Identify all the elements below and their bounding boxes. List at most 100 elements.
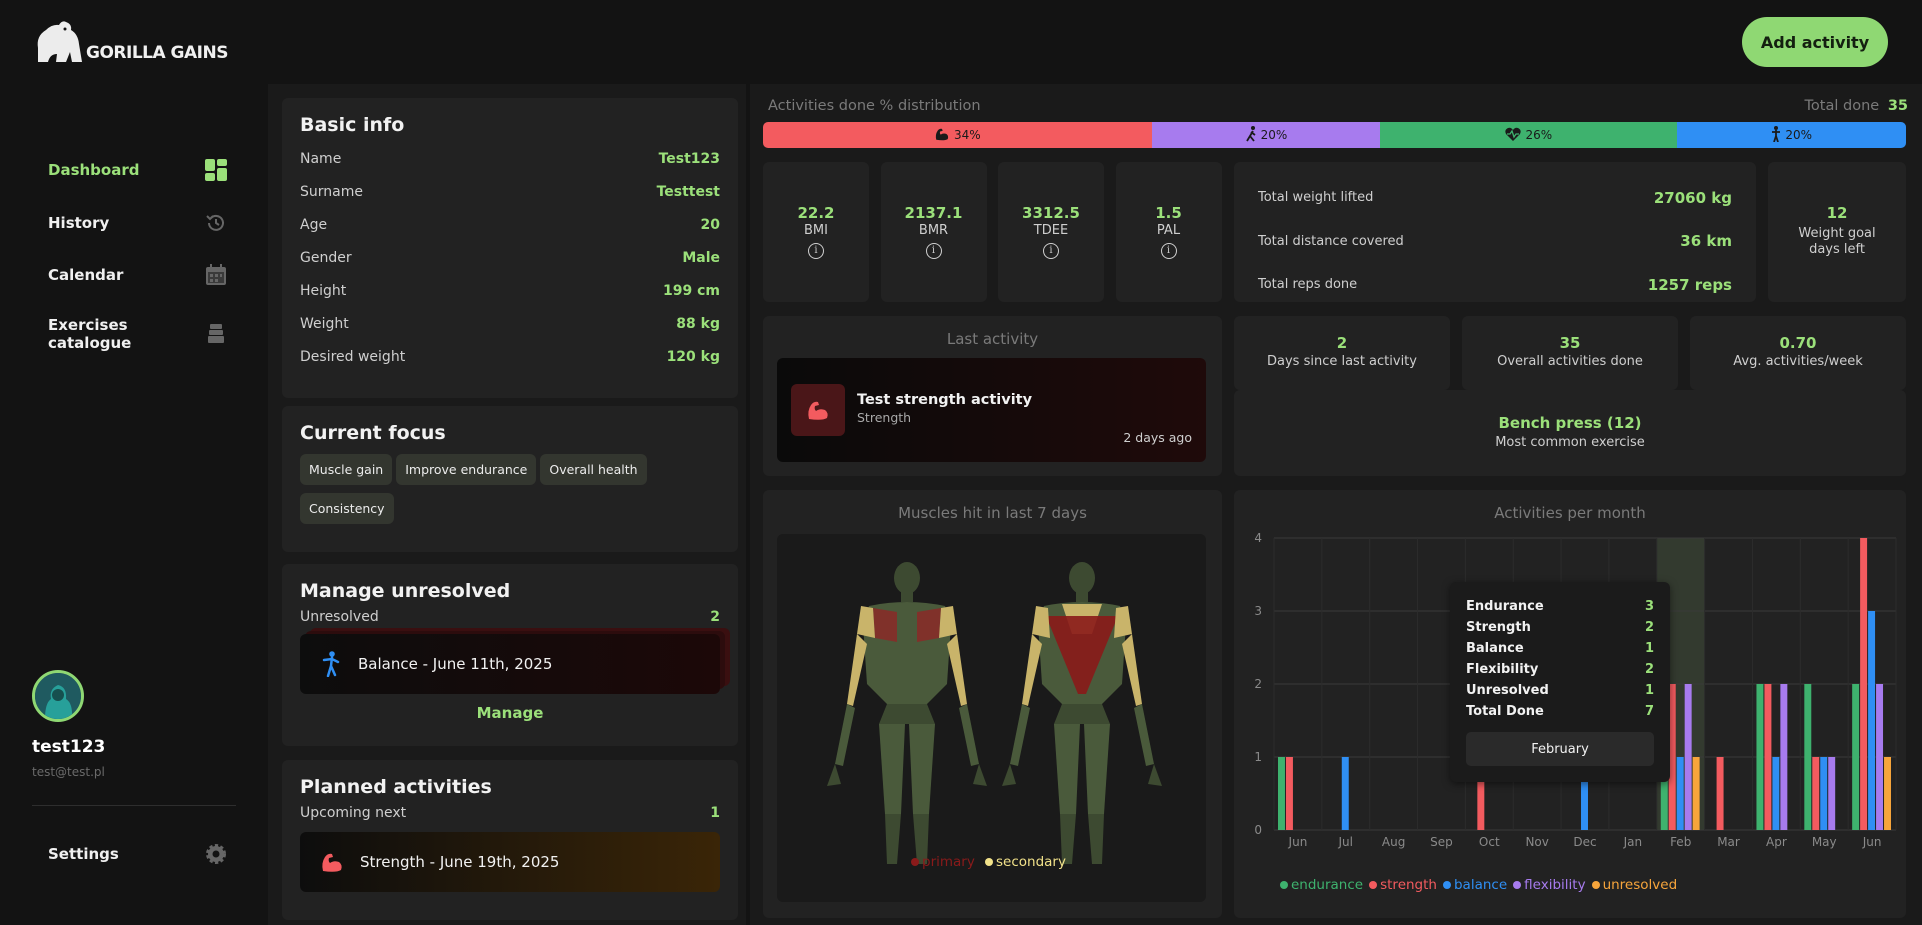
bar-strength-Mar[interactable] [1716, 757, 1724, 830]
last-activity-item[interactable]: Test strength activity Strength 2 days a… [777, 358, 1206, 462]
bar-balance-May[interactable] [1820, 757, 1828, 830]
metric-card-bmi: 22.2 BMI i [763, 162, 869, 302]
manage-button[interactable]: Manage [300, 704, 720, 722]
focus-chip: Improve endurance [396, 454, 537, 485]
weight-goal-label: Weight goal days left [1798, 226, 1876, 257]
y-tick-label: 4 [1254, 531, 1262, 545]
bar-balance-Apr[interactable] [1772, 757, 1780, 830]
distribution-segment[interactable]: 20% [1677, 122, 1906, 148]
info-row: Surname Testtest [300, 175, 720, 208]
x-tick-label: Jun [1288, 835, 1308, 849]
info-icon[interactable]: i [925, 243, 942, 259]
quick-stat-label: Avg. activities/week [1733, 354, 1863, 369]
distribution-segment[interactable]: 34% [763, 122, 1152, 148]
bar-unresolved-Feb[interactable] [1692, 757, 1700, 830]
bar-flexibility-Feb[interactable] [1684, 684, 1692, 830]
distribution-segment[interactable]: 26% [1380, 122, 1678, 148]
info-row: Height 199 cm [300, 274, 720, 307]
x-tick-label: Nov [1525, 835, 1548, 849]
info-label: Weight [300, 315, 349, 332]
sidebar-item-settings[interactable]: Settings [48, 842, 228, 866]
sidebar-item-exercises-catalogue[interactable]: Exercises catalogue [48, 316, 228, 352]
info-icon[interactable]: i [1043, 243, 1059, 259]
bar-endurance-Apr[interactable] [1756, 684, 1764, 830]
x-tick-label: Jan [1623, 835, 1643, 849]
legend-item-strength[interactable]: strength [1369, 877, 1437, 893]
unresolved-count: 2 [710, 609, 720, 625]
legend-item-endurance[interactable]: endurance [1280, 877, 1363, 893]
sidebar-item-label: Calendar [48, 266, 124, 284]
bar-balance-Jul[interactable] [1341, 757, 1349, 830]
total-value: 27060 kg [1653, 188, 1732, 207]
avatar[interactable] [32, 670, 84, 722]
total-done-value: 35 [1887, 98, 1908, 114]
bar-flexibility-Apr[interactable] [1780, 684, 1788, 830]
legend-primary: primary [911, 854, 975, 870]
legend-dot [1513, 881, 1522, 889]
metric-label: PAL [1156, 223, 1181, 238]
tooltip-label: Endurance [1466, 599, 1544, 614]
basic-info-title: Basic info [300, 114, 405, 136]
info-icon[interactable]: i [808, 243, 824, 259]
distribution-segment[interactable]: 20% [1151, 122, 1381, 148]
bar-balance-Jun[interactable] [1868, 611, 1876, 830]
legend-item-flexibility[interactable]: flexibility [1513, 877, 1586, 893]
add-activity-button[interactable]: Add activity [1742, 17, 1888, 67]
quick-stat-label: Days since last activity [1267, 354, 1417, 369]
tooltip-value: 2 [1644, 620, 1654, 635]
total-value: 36 km [1680, 232, 1732, 251]
app-logo[interactable]: GORILLA GAINS [32, 18, 228, 62]
tooltip-row: Flexibility 2 [1466, 659, 1654, 680]
info-value: 199 cm [663, 282, 720, 299]
legend-secondary: secondary [985, 854, 1066, 870]
x-tick-label: Jul [1338, 835, 1353, 849]
legend-dot [1442, 881, 1451, 889]
bar-strength-Apr[interactable] [1764, 684, 1772, 830]
quick-stat-value: 35 [1559, 334, 1581, 352]
info-icon[interactable]: i [1160, 243, 1177, 259]
bar-strength-Jun[interactable] [1285, 757, 1293, 830]
sidebar-item-calendar[interactable]: Calendar [48, 263, 228, 287]
planned-item[interactable]: Strength - June 19th, 2025 [300, 832, 720, 892]
total-done: Total done 35 [1805, 98, 1908, 114]
total-done-label: Total done [1804, 98, 1880, 114]
weight-goal-card: 12 Weight goal days left [1768, 162, 1906, 302]
gear-icon [204, 842, 228, 866]
legend-item-unresolved[interactable]: unresolved [1591, 877, 1677, 893]
bar-balance-Feb[interactable] [1676, 757, 1684, 830]
balance-icon [322, 651, 340, 677]
bar-strength-Jun[interactable] [1860, 538, 1868, 830]
unresolved-stack: Balance - June 11th, 2025 [300, 628, 730, 694]
quick-stat-label: Overall activities done [1497, 354, 1643, 369]
tooltip-label: Balance [1466, 641, 1524, 656]
stats-column: Activities done % distribution Total don… [750, 84, 1922, 925]
tooltip-value: 1 [1644, 683, 1654, 698]
tooltip-row: Strength 2 [1466, 617, 1654, 638]
app-name: GORILLA GAINS [86, 43, 228, 63]
common-exercise-card: Bench press (12) Most common exercise [1234, 390, 1906, 476]
muscle-map: primary secondary [777, 534, 1206, 902]
tooltip-label: Unresolved [1466, 683, 1549, 698]
distribution-percent: 20% [1260, 128, 1288, 142]
metric-value: 2137.1 [904, 204, 963, 222]
x-tick-label: Jun [1862, 835, 1882, 849]
quick-stat-value: 2 [1336, 334, 1348, 352]
bar-endurance-Jun[interactable] [1278, 757, 1285, 830]
last-activity-type: Strength [857, 410, 912, 425]
focus-chip: Overall health [540, 454, 647, 485]
legend-item-balance[interactable]: balance [1442, 877, 1507, 893]
weight-goal-value: 12 [1826, 204, 1848, 222]
bar-flexibility-May[interactable] [1828, 757, 1836, 830]
unresolved-item[interactable]: Balance - June 11th, 2025 [300, 634, 720, 694]
bar-strength-May[interactable] [1812, 757, 1820, 830]
common-exercise-value: Bench press (12) [1498, 414, 1642, 432]
bar-unresolved-Jun[interactable] [1884, 757, 1891, 830]
sidebar-item-history[interactable]: History [48, 211, 228, 235]
basic-info-card: Basic info Name Test123 Surname Testtest Age… [282, 98, 738, 398]
distribution-percent: 34% [953, 128, 981, 142]
flexibility-icon [1245, 125, 1257, 145]
sidebar-item-dashboard[interactable]: Dashboard [48, 158, 228, 182]
bar-endurance-Jun[interactable] [1852, 684, 1860, 830]
bar-endurance-May[interactable] [1804, 684, 1812, 830]
bar-flexibility-Jun[interactable] [1876, 684, 1884, 830]
